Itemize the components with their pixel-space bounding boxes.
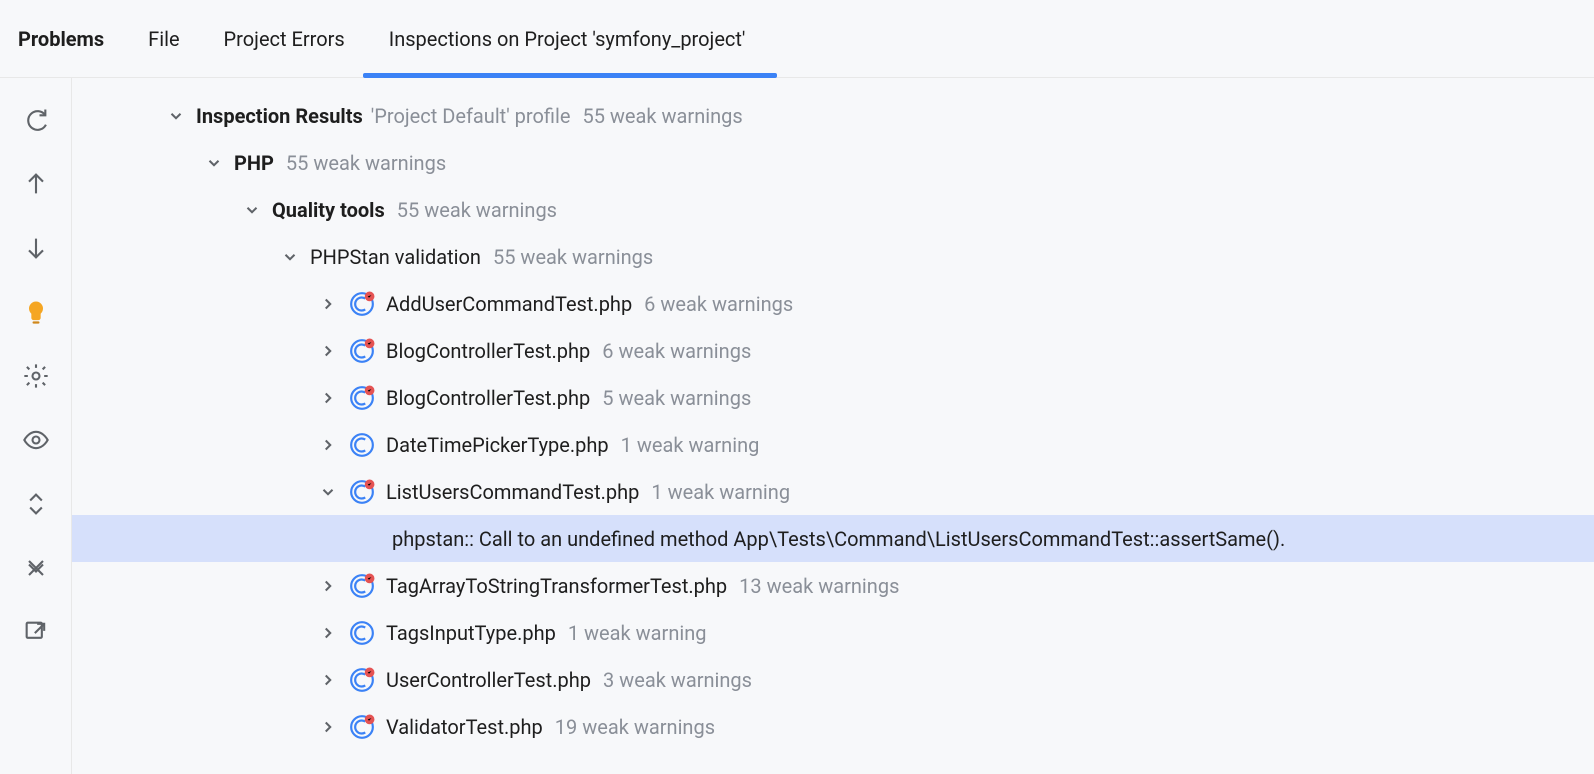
settings-gear-icon[interactable] [14,354,58,398]
chevron-right-icon [318,717,338,737]
root-label: Inspection Results [196,104,363,128]
tree-file[interactable]: ListUsersCommandTest.php 1 weak warning [72,468,1594,515]
tab-project-errors[interactable]: Project Errors [224,0,345,77]
phpstan-label: PHPStan validation [310,245,481,269]
tree-file[interactable]: ValidatorTest.php 19 weak warnings [72,703,1594,750]
collapse-all-icon[interactable] [14,546,58,590]
file-count: 1 weak warning [568,621,707,645]
file-name: BlogControllerTest.php [386,386,590,410]
php-class-icon [348,384,376,412]
tree-file[interactable]: TagsInputType.php 1 weak warning [72,609,1594,656]
file-name: ValidatorTest.php [386,715,543,739]
file-count: 1 weak warning [621,433,760,457]
php-class-icon [348,619,376,647]
php-label: PHP [234,151,274,175]
quality-count: 55 weak warnings [397,198,557,222]
quality-label: Quality tools [272,198,385,222]
php-class-icon [348,290,376,318]
php-class-icon [348,431,376,459]
chevron-down-icon [318,482,338,502]
file-name: AddUserCommandTest.php [386,292,632,316]
tree-root[interactable]: Inspection Results 'Project Default' pro… [72,92,1594,139]
tab-file[interactable]: File [148,0,179,77]
php-class-icon [348,337,376,365]
php-class-icon [348,666,376,694]
phpstan-count: 55 weak warnings [493,245,653,269]
file-count: 1 weak warning [651,480,790,504]
php-class-icon [348,572,376,600]
file-count: 3 weak warnings [603,668,752,692]
chevron-down-icon [204,153,224,173]
tree-file[interactable]: BlogControllerTest.php 6 weak warnings [72,327,1594,374]
intention-bulb-icon[interactable] [14,290,58,334]
file-count: 5 weak warnings [602,386,751,410]
chevron-right-icon [318,341,338,361]
tree-file[interactable]: BlogControllerTest.php 5 weak warnings [72,374,1594,421]
tab-inspections[interactable]: Inspections on Project 'symfony_project' [389,0,764,77]
tree-file[interactable]: DateTimePickerType.php 1 weak warning [72,421,1594,468]
file-count: 6 weak warnings [602,339,751,363]
php-class-icon [348,713,376,741]
file-name: DateTimePickerType.php [386,433,609,457]
tab-label: File [148,27,179,51]
file-name: UserControllerTest.php [386,668,591,692]
chevron-down-icon [166,106,186,126]
tree-phpstan[interactable]: PHPStan validation 55 weak warnings [72,233,1594,280]
file-count: 6 weak warnings [644,292,793,316]
tab-label: Project Errors [224,27,345,51]
file-name: TagArrayToStringTransformerTest.php [386,574,727,598]
issue-row[interactable]: phpstan:: Call to an undefined method Ap… [72,515,1594,562]
inspection-tree: Inspection Results 'Project Default' pro… [72,78,1594,774]
chevron-right-icon [318,623,338,643]
tree-php[interactable]: PHP 55 weak warnings [72,139,1594,186]
file-name: TagsInputType.php [386,621,556,645]
export-icon[interactable] [14,610,58,654]
next-button[interactable] [14,226,58,270]
chevron-down-icon [242,200,262,220]
chevron-right-icon [318,576,338,596]
chevron-right-icon [318,388,338,408]
chevron-right-icon [318,294,338,314]
root-profile: 'Project Default' profile [371,104,571,128]
issue-text: phpstan:: Call to an undefined method Ap… [392,527,1285,551]
file-name: BlogControllerTest.php [386,339,590,363]
previous-button[interactable] [14,162,58,206]
refresh-button[interactable] [14,98,58,142]
chevron-down-icon [280,247,300,267]
tab-label: Inspections on Project 'symfony_project' [389,27,746,51]
tab-bar: Problems File Project Errors Inspections… [0,0,1594,78]
file-name: ListUsersCommandTest.php [386,480,639,504]
php-class-icon [348,478,376,506]
tree-file[interactable]: AddUserCommandTest.php 6 weak warnings [72,280,1594,327]
file-count: 19 weak warnings [555,715,715,739]
php-count: 55 weak warnings [286,151,446,175]
chevron-right-icon [318,670,338,690]
preview-eye-icon[interactable] [14,418,58,462]
tree-file[interactable]: TagArrayToStringTransformerTest.php 13 we… [72,562,1594,609]
tree-file[interactable]: UserControllerTest.php 3 weak warnings [72,656,1594,703]
tree-quality-tools[interactable]: Quality tools 55 weak warnings [72,186,1594,233]
chevron-right-icon [318,435,338,455]
root-count: 55 weak warnings [582,104,742,128]
tab-problems[interactable]: Problems [18,0,104,77]
expand-collapse-icon[interactable] [14,482,58,526]
tab-label: Problems [18,27,104,51]
side-toolbar [0,78,72,774]
file-count: 13 weak warnings [739,574,899,598]
